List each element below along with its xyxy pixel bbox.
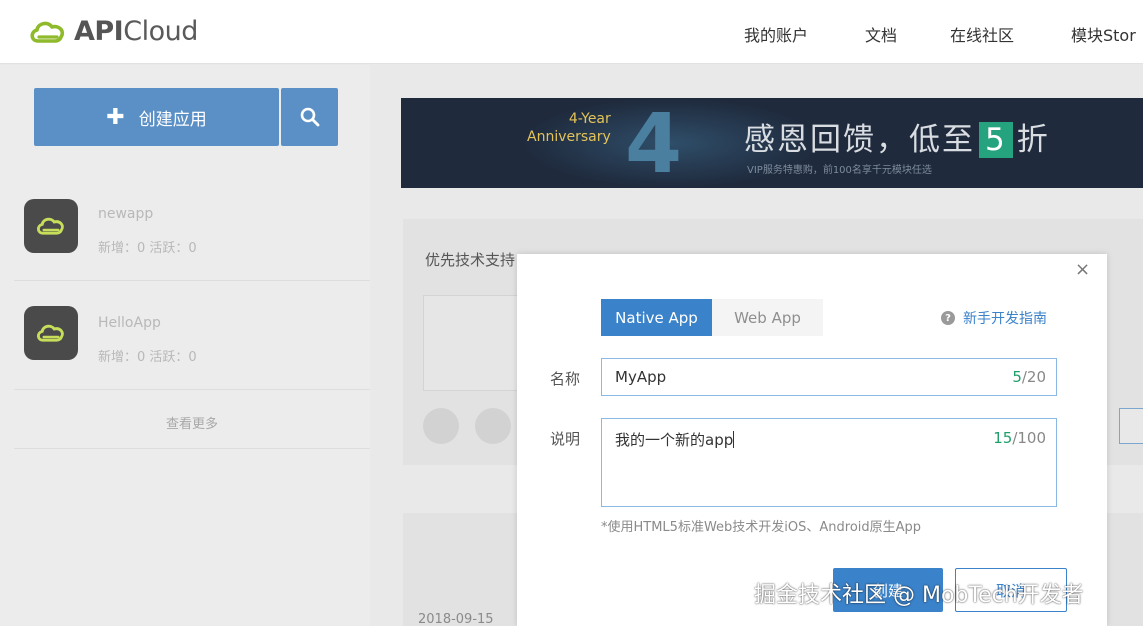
search-icon [300, 107, 319, 127]
help-icon: ? [941, 311, 955, 325]
nav-module-store[interactable]: 模块Stor [1071, 22, 1136, 46]
more-row: 查看更多 [14, 391, 370, 449]
description-label: 说明 [550, 430, 581, 448]
panel-action-icon[interactable] [423, 408, 459, 444]
close-icon[interactable]: × [1075, 259, 1090, 280]
nav-docs[interactable]: 文档 [865, 22, 897, 46]
app-type-tabs: Native App Web App [601, 299, 824, 336]
search-button[interactable] [281, 88, 338, 146]
app-cloud-icon [24, 306, 78, 360]
app-sidebar: ✚ 创建应用 newapp 新增：0 活跃：0 HelloApp 新增：0 活跃… [0, 65, 370, 626]
app-cloud-icon [24, 199, 78, 253]
description-value: 我的一个新的app [615, 431, 735, 449]
guide-label: 新手开发指南 [963, 311, 1047, 327]
banner-subtitle: VIP服务特惠购，前100名享千元模块任选 [747, 165, 932, 176]
description-char-counter: 15/100 [993, 429, 1046, 447]
text-caret [733, 431, 735, 448]
date-label: 2018-09-15 [418, 612, 494, 626]
banner-anniversary-line1: 4-Year [568, 111, 611, 127]
name-input[interactable]: MyApp 5/20 [601, 358, 1057, 396]
top-header: APICloud 我的账户 文档 在线社区 模块Stor [0, 0, 1143, 64]
tab-native-app[interactable]: Native App [601, 299, 712, 336]
top-nav: 我的账户 文档 在线社区 模块Stor [0, 22, 1143, 46]
app-list-item[interactable]: HelloApp 新增：0 活跃：0 [14, 282, 370, 390]
view-more-link[interactable]: 查看更多 [14, 413, 370, 432]
app-name: newapp [98, 206, 154, 222]
panel-title: 优先技术支持 [425, 251, 516, 269]
app-name: HelloApp [98, 315, 161, 331]
create-app-label: 创建应用 [138, 109, 207, 130]
banner-title-post: 折 [1016, 122, 1050, 158]
banner-anniversary-line2: Anniversary [527, 129, 611, 145]
source-watermark: 掘金技术社区 @ MobTech开发者 [754, 583, 1084, 608]
panel-right-button[interactable] [1119, 408, 1143, 444]
tech-hint: *使用HTML5标准Web技术开发iOS、Android原生App [601, 520, 922, 535]
nav-my-account[interactable]: 我的账户 [744, 22, 808, 46]
create-app-button[interactable]: ✚ 创建应用 [34, 88, 279, 146]
banner-title: 感恩回馈，低至 5 折 [744, 114, 1050, 159]
name-input-value: MyApp [615, 368, 667, 386]
create-app-modal: × Native App Web App ? 新手开发指南 名称 MyApp 5… [517, 254, 1107, 626]
nav-community[interactable]: 在线社区 [950, 22, 1014, 46]
banner-title-number: 5 [979, 122, 1013, 158]
name-label: 名称 [550, 370, 581, 388]
beginner-guide-link[interactable]: ? 新手开发指南 [941, 308, 1047, 328]
plus-icon: ✚ [106, 104, 125, 130]
banner-title-pre: 感恩回馈，低至 [744, 122, 975, 158]
panel-card [423, 295, 523, 391]
app-list-item[interactable]: newapp 新增：0 活跃：0 [14, 173, 370, 281]
banner-big-number: 4 [625, 98, 683, 189]
app-stats: 新增：0 活跃：0 [98, 350, 197, 365]
banner-anniversary: 4-Year Anniversary [527, 110, 611, 146]
promo-banner[interactable]: 4-Year Anniversary 4 感恩回馈，低至 5 折 VIP服务特惠购，… [401, 98, 1143, 188]
panel-action-icon[interactable] [475, 408, 511, 444]
name-char-counter: 5/20 [1012, 368, 1046, 386]
tab-web-app[interactable]: Web App [712, 299, 823, 336]
app-stats: 新增：0 活跃：0 [98, 241, 197, 256]
description-textarea[interactable]: 我的一个新的app 15/100 [601, 418, 1057, 507]
